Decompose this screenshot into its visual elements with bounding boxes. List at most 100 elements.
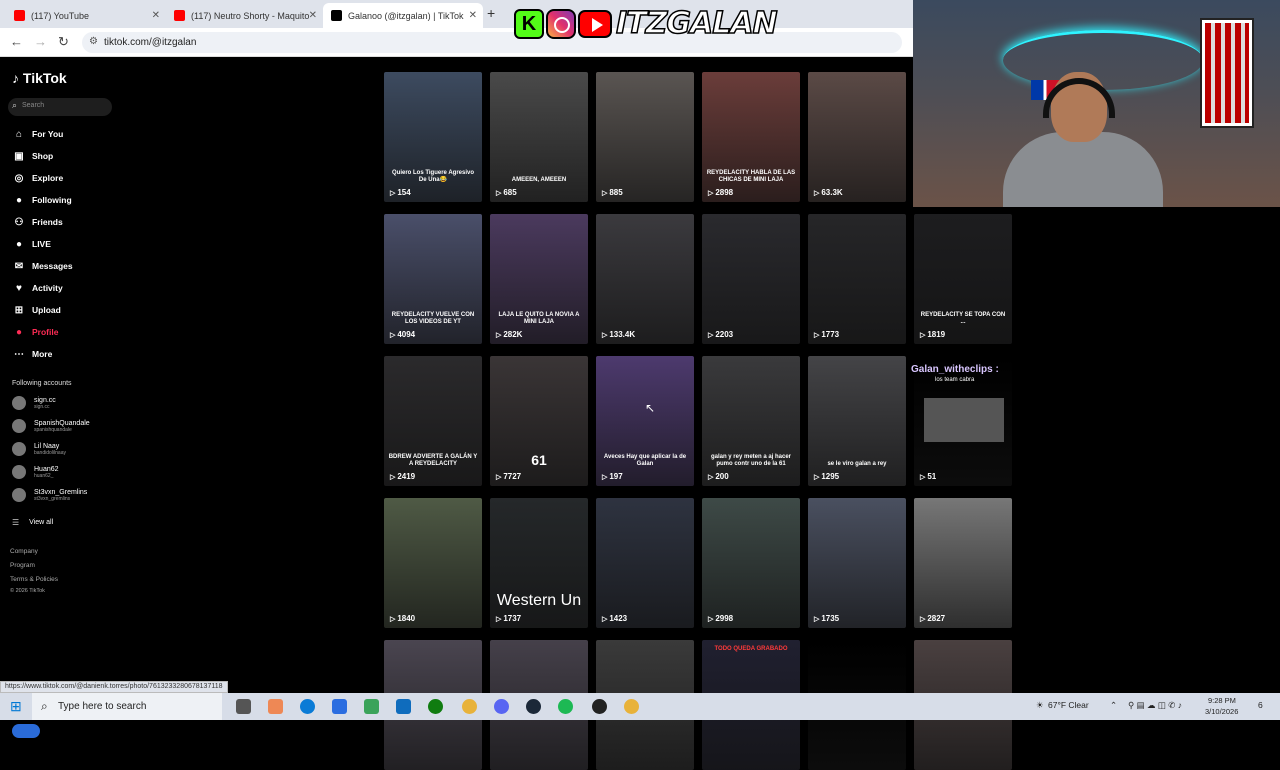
following-account[interactable]: sign.cc sign.cc [12, 393, 56, 413]
video-caption: LAJA LE QUITO LA NOVIA A MINI LAJA [498, 312, 580, 326]
tiktok-logo-text: TikTok [22, 70, 67, 86]
discord-icon[interactable] [494, 699, 509, 714]
back-icon[interactable]: ← [10, 34, 23, 49]
app-icon[interactable] [332, 699, 347, 714]
sidebar-item-following[interactable]: ● Following [12, 192, 72, 208]
chrome-icon[interactable] [624, 699, 639, 714]
mail-icon[interactable] [396, 699, 411, 714]
tray-chevron-icon[interactable]: ⌃ [1110, 700, 1117, 711]
tab-youtube[interactable]: (117) YouTube ✕ [6, 3, 166, 28]
headphones [1043, 78, 1115, 118]
clock-date[interactable]: 3/10/2026 [1205, 707, 1238, 716]
sidebar-item-messages[interactable]: ✉ Messages [12, 258, 73, 274]
search-input[interactable]: ⌕ Search [8, 98, 112, 116]
video-thumbnail[interactable]: 1840 [384, 498, 482, 628]
sidebar-item-friends[interactable]: ⚇ Friends [12, 214, 63, 230]
video-thumbnail[interactable]: galan y rey meten a aj hacer pumo contr … [702, 356, 800, 486]
view-count: 282K [496, 330, 522, 339]
following-accounts-title: Following accounts [12, 380, 72, 387]
edge-icon[interactable] [300, 699, 315, 714]
chrome-icon[interactable] [462, 699, 477, 714]
reload-icon[interactable]: ↻ [58, 34, 69, 50]
notification-count[interactable]: 6 [1258, 700, 1263, 710]
following-account[interactable]: Lil Naay bandidolilnaay [12, 439, 66, 459]
video-thumbnail[interactable]: 2827 [914, 498, 1012, 628]
scroll-top-button[interactable] [12, 724, 40, 738]
video-thumbnail[interactable]: se le viro galan a rey 1295 [808, 356, 906, 486]
view-all-link[interactable]: ☰ View all [12, 512, 53, 532]
windows-start-icon[interactable]: ⊞ [10, 698, 22, 715]
video-thumbnail[interactable]: 63.3K [808, 72, 906, 202]
xbox-icon[interactable] [428, 699, 443, 714]
video-thumbnail[interactable]: BDREW ADVIERTE A GALÁN Y A REYDELACITY 24… [384, 356, 482, 486]
following-account[interactable]: Huan62 huan62_ [12, 462, 59, 482]
youtube-logo [578, 10, 612, 38]
video-thumbnail[interactable]: 1423 [596, 498, 694, 628]
video-thumbnail[interactable]: 133.4K [596, 214, 694, 344]
taskbar-search[interactable]: ⌕ Type here to search [32, 693, 222, 720]
avatar [12, 396, 26, 410]
video-thumbnail[interactable]: 51 [914, 356, 1012, 486]
video-thumbnail[interactable]: AMEEEN, AMEEEN 685 [490, 72, 588, 202]
video-thumbnail[interactable]: Western Un 1737 [490, 498, 588, 628]
steam-icon[interactable] [526, 699, 541, 714]
site-info-icon[interactable]: ⚙ [89, 36, 98, 47]
video-thumbnail[interactable]: 2998 [702, 498, 800, 628]
close-icon[interactable]: ✕ [469, 10, 477, 21]
view-count: 1773 [814, 330, 839, 339]
following-account[interactable]: St3vxn_Gremlins st3vxn_gremlins [12, 485, 87, 505]
tiktok-logo[interactable]: ♪ TikTok [12, 70, 67, 86]
sidebar-item-explore[interactable]: ◎ Explore [12, 170, 64, 186]
tab-title: (117) Neutro Shorty - Maquito [191, 10, 310, 21]
footer-terms[interactable]: Terms & Policies [10, 576, 58, 583]
weather-icon[interactable]: ☀ [1036, 700, 1044, 711]
store-icon[interactable] [364, 699, 379, 714]
url-field[interactable]: ⚙ tiktok.com/@itzgalan [82, 32, 902, 53]
sidebar-item-upload[interactable]: ⊞ Upload [12, 302, 61, 318]
task-view-icon[interactable] [236, 699, 251, 714]
sidebar-item-activity[interactable]: ♥ Activity [12, 280, 63, 296]
view-count: 2827 [920, 614, 945, 623]
tab-title: (117) YouTube [31, 10, 90, 21]
view-count: 2419 [390, 472, 415, 481]
video-thumbnail[interactable]: REYDELACITY HABLA DE LAS CHICAS DE MINI … [702, 72, 800, 202]
view-count: 885 [602, 188, 622, 197]
video-caption: BDREW ADVIERTE A GALÁN Y A REYDELACITY [388, 454, 478, 468]
forward-icon[interactable]: → [34, 34, 47, 49]
youtube-icon [174, 10, 185, 21]
video-thumbnail[interactable]: 885 [596, 72, 694, 202]
video-thumbnail[interactable]: 1735 [808, 498, 906, 628]
video-thumbnail[interactable]: Aveces Hay que aplicar la de Galan 197 [596, 356, 694, 486]
sidebar-item-label: LIVE [32, 239, 51, 249]
tab-tiktok[interactable]: Galanoo (@itzgalan) | TikTok ✕ [323, 3, 483, 28]
following-account[interactable]: SpanishQuandale spanishquandale [12, 416, 90, 436]
webcam-overlay [913, 0, 1280, 207]
tray-icons[interactable]: ⚲ ▤ ☁ ◫ ✆ ♪ [1128, 700, 1182, 711]
weather-text[interactable]: 67°F Clear [1048, 700, 1089, 710]
clip-label: Galan_witheclips : [911, 364, 999, 375]
video-thumbnail[interactable]: 61 7727 [490, 356, 588, 486]
video-thumbnail[interactable]: REYDELACITY VUELVE CON LOS VIDEOS DE YT 4… [384, 214, 482, 344]
close-icon[interactable]: ✕ [152, 10, 160, 21]
spotify-icon[interactable] [558, 699, 573, 714]
video-thumbnail[interactable]: 1773 [808, 214, 906, 344]
close-icon[interactable]: ✕ [309, 10, 317, 21]
search-icon: ⌕ [12, 100, 18, 110]
clock-time[interactable]: 9:28 PM [1208, 696, 1236, 705]
sidebar-item-more[interactable]: ⋯ More [12, 346, 52, 362]
footer-company[interactable]: Company [10, 548, 38, 555]
obs-icon[interactable] [592, 699, 607, 714]
tab-neutro[interactable]: (117) Neutro Shorty - Maquito ✕ [166, 3, 323, 28]
video-thumbnail[interactable]: LAJA LE QUITO LA NOVIA A MINI LAJA 282K [490, 214, 588, 344]
account-name: Lil Naay [34, 442, 60, 450]
footer-program[interactable]: Program [10, 562, 35, 569]
sidebar-item-live[interactable]: ● LIVE [12, 236, 51, 252]
video-thumbnail[interactable]: REYDELACITY SE TOPA CON ... 1819 [914, 214, 1012, 344]
sidebar-item-for-you[interactable]: ⌂ For You [12, 126, 63, 142]
video-thumbnail[interactable]: Quiero Los Tiguere Agresivo De Una😂 154 [384, 72, 482, 202]
sidebar-item-shop[interactable]: ▣ Shop [12, 148, 53, 164]
app-icon[interactable] [268, 699, 283, 714]
sidebar-item-profile[interactable]: ● Profile [12, 324, 58, 340]
new-tab-button[interactable]: + [487, 5, 495, 21]
video-thumbnail[interactable]: 2203 [702, 214, 800, 344]
